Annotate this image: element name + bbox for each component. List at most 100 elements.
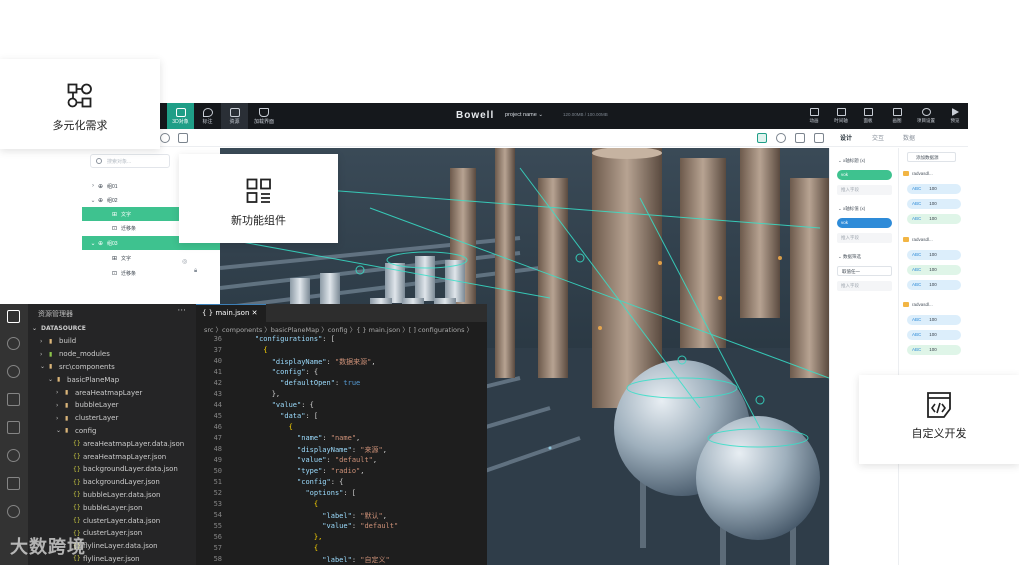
- move-icon[interactable]: [757, 133, 767, 143]
- code-line[interactable]: 36 "configurations": [: [196, 335, 487, 346]
- twistie-icon[interactable]: ›: [56, 402, 65, 409]
- lock-icon[interactable]: 🔒︎: [194, 268, 197, 275]
- explorer-item[interactable]: {} bubbleLayer.json: [28, 501, 196, 514]
- twistie-icon[interactable]: ›: [56, 415, 65, 422]
- code-line[interactable]: 56 },: [196, 533, 487, 544]
- code-line[interactable]: 37 {: [196, 346, 487, 357]
- data-field-chip[interactable]: ABC 100: [907, 214, 961, 224]
- data-field-chip[interactable]: ABC 100: [907, 330, 961, 340]
- x-axis-field-input[interactable]: 推入字段: [837, 185, 892, 195]
- breadcrumb[interactable]: src 〉components 〉basicPlaneMap 〉config 〉…: [204, 324, 473, 334]
- explorer-item[interactable]: {} clusterLayer.data.json: [28, 514, 196, 527]
- code-line[interactable]: 58 "label": "自定义": [196, 555, 487, 565]
- code-line[interactable]: 51 "config": {: [196, 478, 487, 489]
- explorer-item[interactable]: ⌄ ▮ config: [28, 424, 196, 437]
- toolbar-draw-button[interactable]: 画图: [883, 103, 911, 129]
- data-field-chip[interactable]: ABC 100: [907, 265, 961, 275]
- layer-search-input[interactable]: 搜索对象...: [90, 154, 170, 168]
- add-data-source-button[interactable]: 添加数据源: [907, 152, 956, 162]
- chevron-icon[interactable]: ›: [88, 183, 98, 189]
- code-line[interactable]: 43 },: [196, 390, 487, 401]
- search-icon[interactable]: [7, 337, 20, 350]
- chevron-icon[interactable]: ⌄: [88, 197, 98, 204]
- code-line[interactable]: 50 "type": "radio",: [196, 467, 487, 478]
- extensions-icon[interactable]: [7, 421, 20, 434]
- code-line[interactable]: 52 "options": [: [196, 489, 487, 500]
- toolbar-loading-screen-button[interactable]: 加载界面: [248, 103, 280, 129]
- twistie-icon[interactable]: ›: [40, 338, 49, 345]
- explorer-item[interactable]: › ▮ areaHeatmapLayer: [28, 386, 196, 399]
- code-line[interactable]: 42 "defaultOpen": true: [196, 379, 487, 390]
- code-line[interactable]: 54 "label": "默认",: [196, 511, 487, 522]
- data-field-chip[interactable]: ABC 100: [907, 345, 961, 355]
- tab-data[interactable]: 数据: [903, 133, 915, 142]
- data-field-chip[interactable]: ABC 100: [907, 199, 961, 209]
- bookmark-icon[interactable]: [7, 477, 20, 490]
- explorer-item[interactable]: › ▮ node_modules: [28, 348, 196, 361]
- toolbar-3d-object-button[interactable]: 3D对象: [167, 103, 194, 129]
- twistie-icon[interactable]: ›: [40, 351, 49, 358]
- explorer-item[interactable]: › ▮ build: [28, 335, 196, 348]
- twistie-icon[interactable]: ⌄: [56, 427, 65, 434]
- data-field-chip[interactable]: ABC 100: [907, 250, 961, 260]
- data-field-chip[interactable]: ABC 100: [907, 315, 961, 325]
- code-line[interactable]: 47 "name": "name",: [196, 434, 487, 445]
- twistie-icon[interactable]: ›: [56, 389, 65, 396]
- remote-icon[interactable]: [7, 449, 20, 462]
- source-control-icon[interactable]: [7, 365, 20, 378]
- project-name-dropdown[interactable]: project name ⌄: [505, 112, 543, 118]
- explorer-item[interactable]: ⌄ ▮ basicPlaneMap: [28, 373, 196, 386]
- code-line[interactable]: 55 "value": "default": [196, 522, 487, 533]
- twistie-icon[interactable]: ⌄: [40, 363, 49, 370]
- explorer-item[interactable]: {} backgroundLayer.data.json: [28, 463, 196, 476]
- toolbar-panel-button[interactable]: 面板: [854, 103, 882, 129]
- tab-design[interactable]: 设计: [840, 133, 852, 142]
- twistie-icon[interactable]: ⌄: [48, 376, 57, 383]
- explorer-item[interactable]: {} bubbleLayer.data.json: [28, 488, 196, 501]
- explorer-icon[interactable]: [7, 310, 20, 323]
- explorer-item[interactable]: ⌄ ▮ src\components: [28, 360, 196, 373]
- visibility-icon[interactable]: ◎: [182, 258, 187, 265]
- twistie-icon[interactable]: ⌄: [32, 325, 41, 332]
- toolbar-resource-button[interactable]: 资源: [221, 103, 248, 129]
- scale-icon[interactable]: [795, 133, 805, 143]
- data-field-chip[interactable]: ABC 100: [907, 184, 961, 194]
- run-debug-icon[interactable]: [7, 393, 20, 406]
- rotate-icon[interactable]: [776, 133, 786, 143]
- explorer-item[interactable]: {} areaHeatmapLayer.data.json: [28, 437, 196, 450]
- explorer-item[interactable]: › ▮ bubbleLayer: [28, 399, 196, 412]
- target-icon[interactable]: [160, 133, 170, 143]
- data-field-chip[interactable]: ABC 100: [907, 280, 961, 290]
- data-filter-input[interactable]: 推入字段: [837, 281, 892, 291]
- y-axis-value-field[interactable]: vok: [837, 218, 892, 228]
- data-filter-select[interactable]: 取值任一: [837, 266, 892, 276]
- toolbar-timeline-button[interactable]: 时间轴: [827, 103, 855, 129]
- explorer-item[interactable]: {} areaHeatmapLayer.json: [28, 450, 196, 463]
- explorer-item[interactable]: ⌄ DATASOURCE: [28, 322, 196, 335]
- code-line[interactable]: 40 "displayName": "数据来源",: [196, 357, 487, 368]
- code-line[interactable]: 53 {: [196, 500, 487, 511]
- tab-interaction[interactable]: 交互: [872, 133, 884, 142]
- layer-tree-row[interactable]: ⊞ 文字: [82, 251, 220, 265]
- toolbar-animation-button[interactable]: 动画: [800, 103, 828, 129]
- y-axis-field-input[interactable]: 推入字段: [837, 233, 892, 243]
- tab-main-json[interactable]: { } main.json ✕: [196, 304, 266, 322]
- code-line[interactable]: 46 {: [196, 423, 487, 434]
- layer-tree-row[interactable]: ⊡ 迁移条: [82, 266, 220, 280]
- code-line[interactable]: 48 "displayName": "来源",: [196, 445, 487, 456]
- toolbar-preview-button[interactable]: 预览: [941, 103, 969, 129]
- explorer-item[interactable]: › ▮ clusterLayer: [28, 412, 196, 425]
- data-folder-row[interactable]: radvasdl...: [903, 168, 965, 178]
- data-folder-row[interactable]: radvasdl...: [903, 234, 965, 244]
- code-line[interactable]: 57 {: [196, 544, 487, 555]
- more-actions-icon[interactable]: ···: [177, 306, 186, 316]
- toolbar-annotation-button[interactable]: 标注: [194, 103, 221, 129]
- tree-icon[interactable]: [7, 505, 20, 518]
- code-line[interactable]: 45 "data": [: [196, 412, 487, 423]
- x-axis-value-field[interactable]: vok: [837, 170, 892, 180]
- explorer-item[interactable]: {} backgroundLayer.json: [28, 476, 196, 489]
- code-line[interactable]: 44 "value": {: [196, 401, 487, 412]
- code-line[interactable]: 41 "config": {: [196, 368, 487, 379]
- grid-icon[interactable]: [178, 133, 188, 143]
- chevron-icon[interactable]: ⌄: [88, 240, 98, 247]
